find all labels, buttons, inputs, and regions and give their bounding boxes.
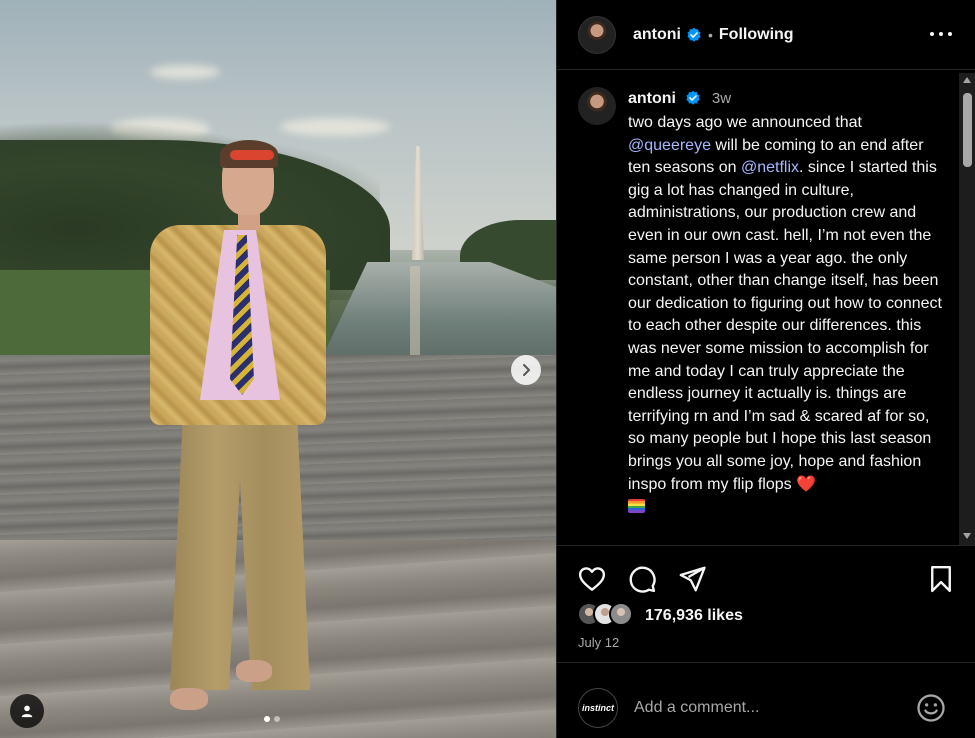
post-actions: 176,936 likes July 12	[557, 545, 975, 662]
scroll-thumb[interactable]	[963, 93, 972, 167]
share-send-icon[interactable]	[677, 564, 707, 594]
carousel-dots	[264, 716, 280, 722]
person-pants	[170, 390, 310, 690]
scroll-down-arrow-icon[interactable]	[963, 533, 971, 539]
caption-header: antoni 3w	[628, 90, 731, 108]
carousel-dot	[264, 716, 270, 722]
post-sidebar: antoni • Following antoni 3w two days ag…	[556, 0, 975, 738]
caption-timestamp[interactable]: 3w	[712, 90, 731, 107]
user-icon	[21, 705, 33, 718]
photo-reflection	[410, 266, 420, 356]
more-options-button[interactable]	[930, 24, 952, 44]
mention-link-queereye[interactable]: @queereye	[628, 137, 711, 154]
author-avatar[interactable]	[578, 15, 616, 54]
caption-username[interactable]: antoni	[628, 90, 676, 107]
liker-avatars[interactable]	[577, 602, 633, 626]
verified-badge-icon	[686, 90, 701, 105]
author-username[interactable]: antoni	[633, 26, 681, 44]
likes-count[interactable]: 176,936 likes	[645, 607, 743, 625]
mention-link-netflix[interactable]: @netflix	[741, 159, 799, 176]
comment-bubble-icon[interactable]	[627, 564, 657, 594]
emoji-smiley-icon[interactable]	[916, 693, 946, 723]
carousel-dot	[274, 716, 280, 722]
tagged-users-button[interactable]	[10, 694, 44, 728]
photo-person	[150, 140, 330, 720]
post-date[interactable]: July 12	[578, 635, 619, 650]
commenter-avatar: instinct	[578, 688, 618, 728]
verified-badge-icon	[687, 27, 701, 42]
caption-text-part: . since I started this gig a lot has cha…	[628, 159, 942, 493]
following-button[interactable]: Following	[719, 26, 794, 44]
caption-text-part: two days ago we announced that	[628, 114, 862, 131]
person-sunglasses	[230, 150, 274, 160]
scroll-up-arrow-icon[interactable]	[963, 77, 971, 83]
comments-scrollbar[interactable]	[959, 73, 975, 545]
more-dot-icon	[948, 32, 952, 36]
person-foot	[170, 688, 208, 710]
carousel-next-button[interactable]	[511, 355, 541, 385]
post-header: antoni • Following	[557, 0, 975, 70]
person-foot	[236, 660, 272, 682]
photo-cloud	[150, 65, 220, 79]
rainbow-flag-icon	[628, 499, 645, 514]
post-photo[interactable]	[0, 0, 556, 738]
like-heart-icon[interactable]	[577, 564, 607, 594]
bookmark-icon[interactable]	[926, 564, 956, 594]
comments-section[interactable]: antoni 3w two days ago we announced that…	[557, 71, 975, 545]
action-buttons	[577, 564, 707, 594]
more-dot-icon	[939, 32, 943, 36]
heart-emoji: ❤️	[796, 475, 816, 493]
comment-input[interactable]	[634, 695, 904, 721]
more-dot-icon	[930, 32, 934, 36]
caption-author-avatar[interactable]	[578, 87, 616, 125]
chevron-right-icon	[523, 364, 530, 376]
add-comment-bar: instinct	[557, 662, 975, 738]
header-separator: •	[708, 26, 713, 43]
liker-avatar	[609, 602, 633, 626]
caption-text: two days ago we announced that @queereye…	[628, 112, 948, 519]
commenter-avatar-label: instinct	[581, 703, 614, 713]
